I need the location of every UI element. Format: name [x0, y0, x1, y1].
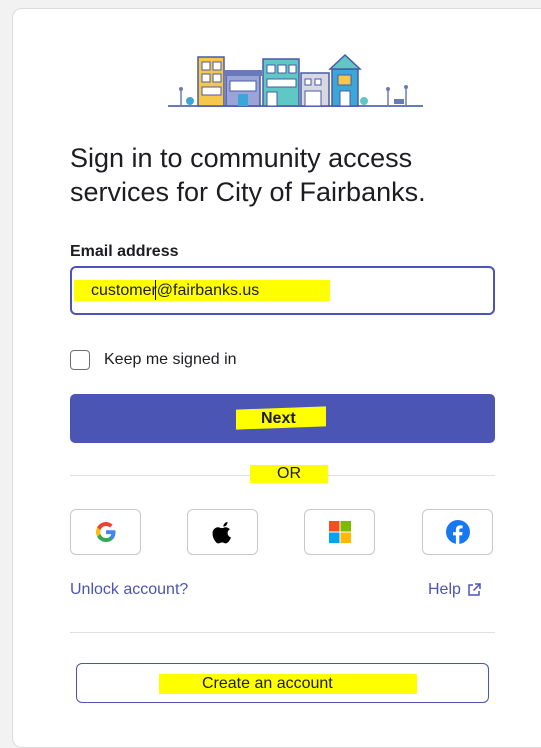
help-link[interactable]: Help [428, 581, 481, 599]
microsoft-icon [328, 521, 351, 543]
external-link-icon [468, 583, 481, 596]
help-link-label: Help [428, 581, 461, 598]
page-title: Sign in to community access services for… [70, 143, 426, 207]
apple-icon [212, 522, 231, 544]
create-account-label: Create an account [202, 675, 333, 692]
city-skyline-logo [168, 53, 423, 107]
email-field[interactable]: customer@fairbanks.us [70, 266, 495, 315]
keep-signed-in-row[interactable]: Keep me signed in [70, 350, 237, 370]
apple-signin-button[interactable] [187, 509, 258, 555]
keep-signed-in-label: Keep me signed in [104, 351, 237, 368]
google-signin-button[interactable] [70, 509, 141, 555]
email-value: customer@fairbanks.us [91, 282, 260, 299]
next-button[interactable]: Next [70, 394, 495, 443]
google-icon [95, 522, 115, 542]
next-button-label: Next [261, 410, 296, 427]
create-account-button[interactable]: Create an account [76, 663, 489, 703]
or-label: OR [250, 465, 328, 483]
facebook-signin-button[interactable] [422, 509, 493, 555]
keep-signed-in-checkbox[interactable] [70, 350, 90, 370]
text-caret [155, 280, 156, 300]
microsoft-signin-button[interactable] [304, 509, 375, 555]
facebook-icon [445, 520, 470, 544]
email-label: Email address [70, 243, 179, 260]
sign-in-card: Sign in to community access services for… [12, 8, 541, 748]
section-divider [70, 632, 495, 633]
unlock-account-link[interactable]: Unlock account? [70, 581, 188, 599]
